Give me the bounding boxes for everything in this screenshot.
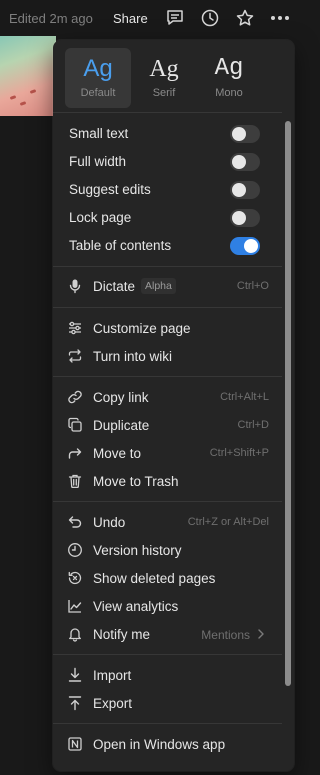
menu-item-label: Show deleted pages [93, 571, 216, 586]
menu-item-label: Notify me [93, 627, 151, 642]
toggle-label: Table of contents [69, 238, 172, 253]
shortcut: Ctrl+Shift+P [209, 447, 269, 459]
divider [53, 501, 282, 502]
divider [53, 376, 282, 377]
menu-item-customize-page[interactable]: Customize page [53, 314, 282, 342]
menu-item-open-in-windows-app[interactable]: Open in Windows app [53, 730, 282, 758]
toggle-label: Small text [69, 126, 129, 141]
comment-icon[interactable] [165, 8, 185, 28]
notify-value: Mentions [201, 628, 250, 642]
menu-item-dictate[interactable]: Dictate Alpha Ctrl+O [53, 272, 282, 300]
import-icon [67, 667, 83, 683]
menu-item-label: Export [93, 696, 133, 711]
top-bar: Edited 2m ago Share [0, 0, 301, 36]
menu-item-label: Dictate [93, 279, 136, 294]
divider [53, 112, 282, 113]
table-of-contents-switch[interactable] [230, 237, 260, 255]
menu-item-copy-link[interactable]: Copy link Ctrl+Alt+L [53, 383, 282, 411]
toggle-table-of-contents[interactable]: Table of contents [53, 231, 282, 259]
toggle-label: Lock page [69, 210, 132, 225]
toggle-label: Full width [69, 154, 127, 169]
menu-item-export[interactable]: Export [53, 689, 282, 717]
menu-item-label: Move to [93, 446, 142, 461]
font-option-mono[interactable]: Ag Mono [196, 48, 262, 108]
edited-status: Edited 2m ago [9, 11, 93, 26]
menu-item-duplicate[interactable]: Duplicate Ctrl+D [53, 411, 282, 439]
font-name: Serif [152, 87, 176, 99]
font-name: Mono [215, 87, 243, 99]
toggle-label: Suggest edits [69, 182, 151, 197]
font-sample: Ag [149, 56, 179, 82]
toggle-small-text[interactable]: Small text [53, 119, 282, 147]
clock-icon [67, 542, 83, 558]
menu-item-label: Undo [93, 515, 126, 530]
scrollbar-thumb[interactable] [285, 121, 291, 686]
shortcut: Ctrl+Z or Alt+Del [187, 516, 269, 528]
font-option-default[interactable]: Ag Default [65, 48, 131, 108]
move-arrow-icon [67, 445, 83, 461]
page-cover-image [0, 36, 56, 116]
font-sample: Ag [83, 55, 113, 82]
menu-item-notify-me[interactable]: Notify me Mentions [53, 620, 282, 648]
alpha-badge: Alpha [141, 278, 176, 294]
bell-icon [67, 626, 83, 642]
notion-app-icon [67, 736, 83, 752]
menu-item-version-history[interactable]: Version history [53, 536, 282, 564]
chevron-right-icon [256, 628, 266, 640]
suggest-edits-switch[interactable] [230, 181, 260, 199]
divider [53, 307, 282, 308]
link-icon [67, 389, 83, 405]
font-sample: Ag [214, 55, 244, 82]
menu-item-move-to-trash[interactable]: Move to Trash [53, 467, 282, 495]
menu-item-label: Copy link [93, 390, 149, 405]
font-option-serif[interactable]: Ag Serif [131, 48, 197, 108]
history-clock-icon[interactable] [200, 8, 220, 28]
analytics-icon [67, 598, 83, 614]
convert-arrows-icon [67, 348, 83, 364]
shortcut: Ctrl+Alt+L [220, 391, 269, 403]
more-icon[interactable] [269, 8, 289, 28]
menu-item-label: Version history [93, 543, 182, 558]
font-name: Default [80, 87, 116, 99]
small-text-switch[interactable] [230, 125, 260, 143]
menu-item-label: Customize page [93, 321, 191, 336]
menu-item-undo[interactable]: Undo Ctrl+Z or Alt+Del [53, 508, 282, 536]
toggle-lock-page[interactable]: Lock page [53, 203, 282, 231]
toggle-full-width[interactable]: Full width [53, 147, 282, 175]
export-icon [67, 695, 83, 711]
microphone-icon [67, 278, 83, 294]
menu-item-move-to[interactable]: Move to Ctrl+Shift+P [53, 439, 282, 467]
menu-item-label: Duplicate [93, 418, 150, 433]
star-icon[interactable] [235, 8, 255, 28]
share-button[interactable]: Share [113, 11, 148, 26]
menu-item-view-analytics[interactable]: View analytics [53, 592, 282, 620]
menu-item-turn-into-wiki[interactable]: Turn into wiki [53, 342, 282, 370]
menu-item-label: Open in Windows app [93, 737, 226, 752]
menu-item-show-deleted-pages[interactable]: Show deleted pages [53, 564, 282, 592]
shortcut: Ctrl+O [236, 280, 269, 292]
divider [53, 266, 282, 267]
divider [53, 654, 282, 655]
trash-icon [67, 473, 83, 489]
font-selector: Ag Default Ag Serif Ag Mono [65, 48, 265, 108]
menu-item-label: Move to Trash [93, 474, 179, 489]
shortcut: Ctrl+D [237, 419, 269, 431]
menu-item-label: Import [93, 668, 132, 683]
duplicate-icon [67, 417, 83, 433]
sliders-icon [67, 320, 83, 336]
menu-item-label: Turn into wiki [93, 349, 173, 364]
page-options-menu: Ag Default Ag Serif Ag Mono Small text F… [53, 40, 294, 771]
divider [53, 723, 282, 724]
lock-page-switch[interactable] [230, 209, 260, 227]
restore-icon [67, 570, 83, 586]
menu-item-label: View analytics [93, 599, 179, 614]
undo-icon [67, 514, 83, 530]
toggle-suggest-edits[interactable]: Suggest edits [53, 175, 282, 203]
menu-item-import[interactable]: Import [53, 661, 282, 689]
full-width-switch[interactable] [230, 153, 260, 171]
menu-scrollbar[interactable] [283, 45, 291, 771]
